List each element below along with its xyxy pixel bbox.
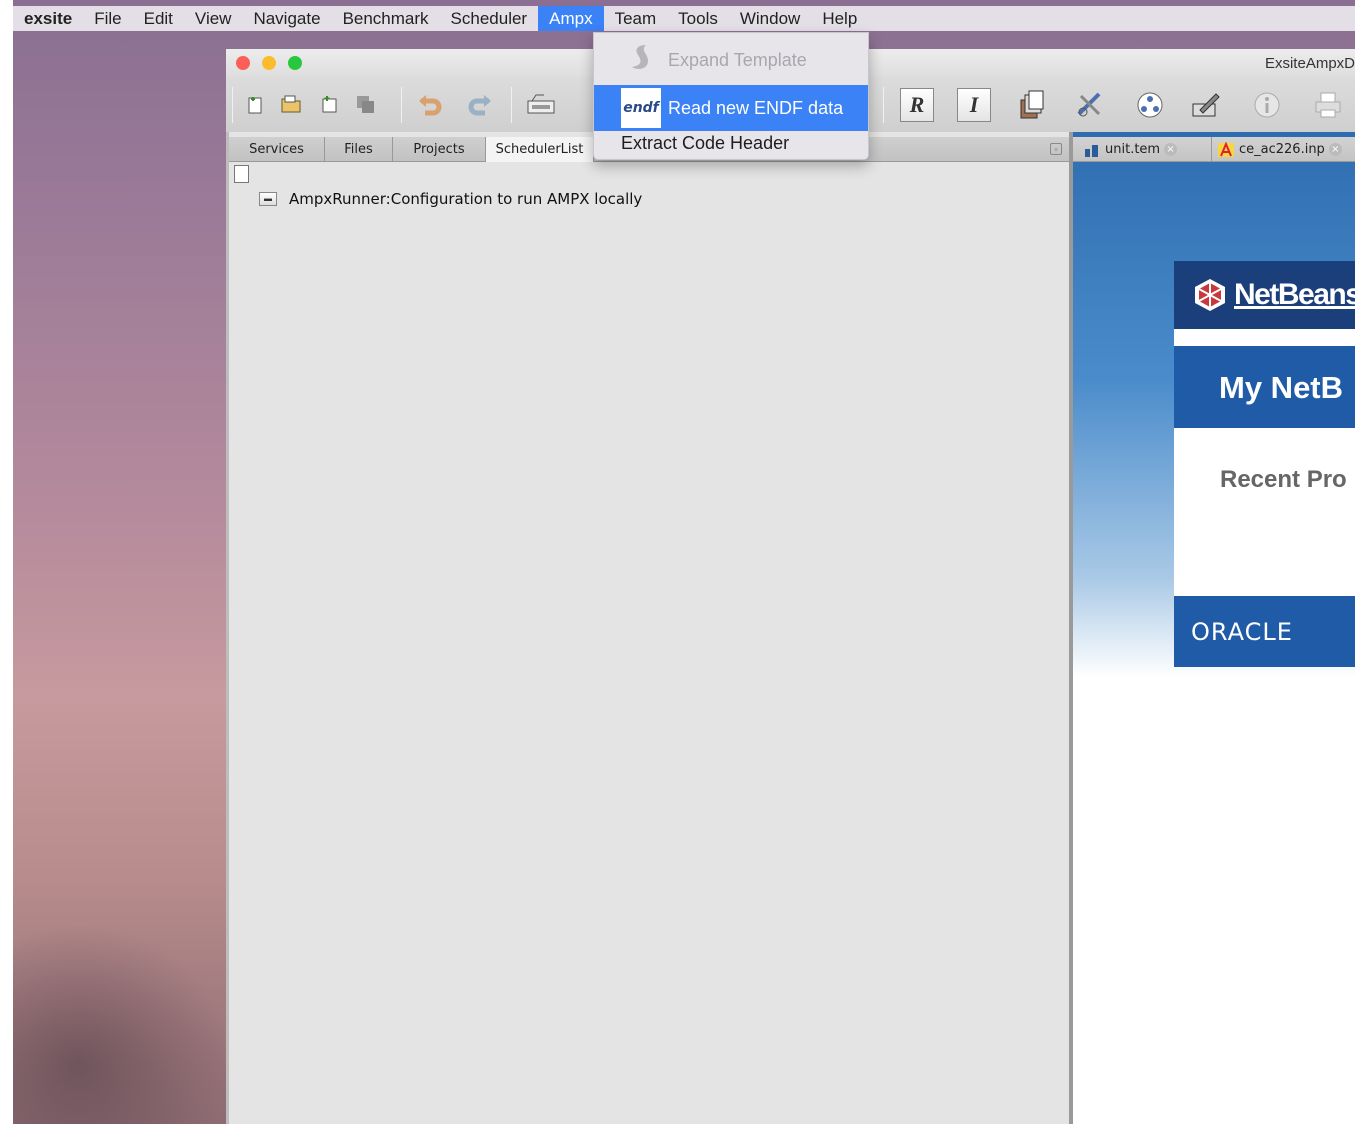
netbeans-cube-icon — [1195, 279, 1225, 311]
toolbar-separator — [511, 87, 512, 123]
close-tab-icon[interactable]: × — [1328, 143, 1342, 156]
document-stack-icon[interactable] — [1014, 87, 1050, 123]
toolbar-separator — [401, 87, 402, 123]
tree-item[interactable]: ▬ AmpxRunner:Configuration to run AMPX l… — [259, 189, 642, 209]
tree-item-label: AmpxRunner:Configuration to run AMPX loc… — [289, 190, 643, 208]
save-all-icon[interactable] — [348, 87, 384, 123]
menu-window[interactable]: Window — [729, 6, 811, 31]
menu-help[interactable]: Help — [811, 6, 868, 31]
document-icon — [234, 165, 249, 183]
ampx-runner-icon[interactable] — [523, 87, 559, 123]
tab-ce-ac226-inp[interactable]: ce_ac226.inp × — [1211, 137, 1342, 162]
tab-files[interactable]: Files — [325, 137, 393, 162]
close-window-button[interactable] — [236, 56, 250, 70]
tab-label: unit.tem — [1105, 142, 1161, 157]
menu-bar: exsite File Edit View Navigate Benchmark… — [13, 6, 1355, 31]
i-icon[interactable]: I — [957, 88, 991, 122]
template-icon — [621, 40, 661, 80]
menu-team[interactable]: Team — [604, 6, 668, 31]
menu-tools[interactable]: Tools — [667, 6, 729, 31]
recent-projects-heading: Recent Pro — [1220, 466, 1347, 493]
app-window: ExsiteAmpxD R I Services Files Projects … — [226, 49, 1355, 1124]
netbeans-header: NetBeans — [1174, 261, 1355, 329]
maximize-panel-icon[interactable]: ▫ — [1050, 143, 1062, 155]
zoom-window-button[interactable] — [288, 56, 302, 70]
window-title: ExsiteAmpxD — [1264, 55, 1355, 72]
my-netbeans-heading[interactable]: My NetB — [1219, 370, 1343, 406]
oracle-footer: ORACLE — [1174, 596, 1355, 667]
menu-navigate[interactable]: Navigate — [242, 6, 331, 31]
toolbar-separator — [232, 87, 233, 123]
netbeans-logo[interactable]: NetBeans — [1192, 278, 1355, 311]
tab-services[interactable]: Services — [229, 137, 325, 162]
tab-label: ce_ac226.inp — [1239, 142, 1325, 157]
runner-icon: ▬ — [259, 192, 277, 206]
header-gap — [1174, 329, 1355, 346]
start-page-body: Recent Pro — [1174, 428, 1355, 596]
tools-icon[interactable] — [1072, 87, 1108, 123]
ampx-dropdown-menu: Expand Template endf Read new ENDF data … — [593, 32, 869, 160]
toolbar-separator — [883, 87, 884, 123]
netbeans-start-page: NetBeans My NetB Recent Pro ORACLE — [1174, 261, 1355, 667]
menu-item-label: Expand Template — [668, 49, 807, 70]
my-netbeans-band: My NetB — [1174, 346, 1355, 428]
menu-item-expand-template[interactable]: Expand Template — [594, 37, 868, 83]
menu-file[interactable]: File — [83, 6, 132, 31]
netbeans-logo-text: NetBeans — [1234, 278, 1355, 311]
tab-unit-tem[interactable]: unit.tem × — [1083, 137, 1178, 162]
menu-ampx[interactable]: Ampx — [538, 6, 604, 31]
menu-benchmark[interactable]: Benchmark — [332, 6, 440, 31]
input-file-icon — [1218, 141, 1234, 157]
new-file-icon[interactable] — [238, 87, 274, 123]
redo-icon[interactable] — [462, 87, 498, 123]
network-icon[interactable] — [1132, 87, 1168, 123]
undo-icon[interactable] — [412, 87, 448, 123]
oracle-logo[interactable]: ORACLE — [1191, 618, 1293, 646]
close-tab-icon[interactable]: × — [1164, 143, 1178, 156]
menu-item-label: Read new ENDF data — [668, 97, 844, 118]
app-menu[interactable]: exsite — [13, 6, 83, 31]
unit-template-icon — [1085, 144, 1098, 157]
editor-area: unit.tem × ce_ac226.inp × NetBeans My Ne… — [1073, 132, 1355, 1124]
scheduler-list-panel: Services Files Projects SchedulerList ▫ … — [226, 132, 1072, 1124]
tab-projects[interactable]: Projects — [393, 137, 486, 162]
menu-edit[interactable]: Edit — [133, 6, 184, 31]
r-icon[interactable]: R — [900, 88, 934, 122]
menu-view[interactable]: View — [184, 6, 243, 31]
menu-item-label: Extract Code Header — [621, 132, 790, 153]
open-project-icon[interactable] — [274, 87, 310, 123]
edit-icon[interactable] — [1188, 87, 1224, 123]
info-icon[interactable] — [1249, 87, 1285, 123]
tab-schedulerlist[interactable]: SchedulerList — [486, 137, 594, 162]
menu-item-extract-code-header[interactable]: Extract Code Header — [594, 121, 868, 165]
new-project-icon[interactable] — [312, 87, 348, 123]
menu-scheduler[interactable]: Scheduler — [440, 6, 539, 31]
editor-tab-strip: unit.tem × ce_ac226.inp × — [1073, 137, 1355, 162]
minimize-window-button[interactable] — [262, 56, 276, 70]
print-icon[interactable] — [1310, 87, 1346, 123]
